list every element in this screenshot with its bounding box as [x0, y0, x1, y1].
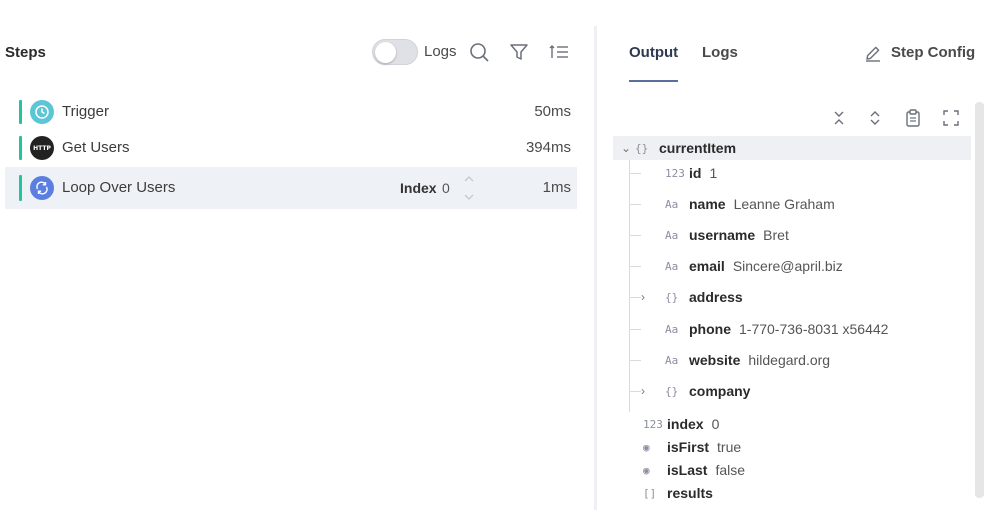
fullscreen-icon[interactable] — [941, 108, 961, 128]
status-bar — [19, 136, 22, 160]
filter-icon[interactable] — [508, 41, 530, 63]
field-key: company — [689, 383, 751, 399]
field-value: Bret — [763, 227, 789, 243]
step-duration: 50ms — [534, 103, 571, 120]
search-icon[interactable] — [468, 41, 490, 63]
toggle-knob — [375, 42, 396, 63]
loop-icon — [30, 176, 54, 200]
tree-guide-branch — [629, 204, 641, 205]
tree-node-username: Aa username Bret — [665, 224, 789, 246]
field-key: index — [667, 416, 704, 432]
status-bar — [19, 100, 22, 124]
object-type-icon: {} — [635, 141, 649, 155]
index-value: 0 — [442, 180, 450, 196]
chevron-right-icon[interactable]: › — [641, 384, 665, 398]
steps-panel: Steps Logs Trigger 50ms HTTP Get Users 3… — [0, 0, 594, 510]
tree-guide-branch — [629, 235, 641, 236]
chevron-down-icon[interactable]: ⌄ — [621, 141, 635, 155]
field-key: id — [689, 165, 702, 181]
field-value: true — [717, 439, 742, 455]
step-config-button[interactable]: Step Config — [891, 44, 975, 61]
sort-icon[interactable] — [548, 41, 570, 63]
field-value: hildegard.org — [748, 352, 831, 368]
tree-node-name: Aa name Leanne Graham — [665, 193, 835, 215]
tree-guide-branch — [629, 297, 641, 298]
field-key: email — [689, 258, 725, 274]
tree-guide-branch — [629, 173, 641, 174]
object-type-icon: {} — [665, 384, 679, 398]
active-tab-indicator — [629, 80, 678, 82]
field-key: address — [689, 289, 743, 305]
tab-logs[interactable]: Logs — [702, 44, 738, 61]
tree-guide-branch — [629, 391, 641, 392]
status-bar — [19, 175, 22, 201]
field-key: name — [689, 196, 726, 212]
string-type-icon: Aa — [665, 228, 679, 242]
tree-node-index: 123 index 0 — [643, 413, 719, 435]
tree-guide-line — [629, 160, 630, 412]
tree-node-isFirst: ◉ isFirst true — [643, 436, 741, 458]
step-row-loop-over-users[interactable]: Loop Over Users Index 0 1ms — [5, 167, 577, 209]
step-duration: 1ms — [542, 179, 571, 196]
steps-title: Steps — [5, 44, 46, 61]
field-value: 1-770-736-8031 x56442 — [739, 321, 889, 337]
tree-node-company[interactable]: ›{} company — [641, 380, 758, 402]
scrollbar[interactable] — [975, 102, 984, 498]
step-row-trigger[interactable]: Trigger 50ms — [5, 94, 577, 130]
step-name: Get Users — [62, 139, 130, 156]
number-type-icon: 123 — [643, 417, 663, 431]
tree-guide-branch — [629, 266, 641, 267]
tree-node-website: Aa website hildegard.org — [665, 349, 830, 371]
tree-node-results: [] results — [643, 482, 721, 504]
tree-node-id: 123 id 1 — [665, 162, 717, 184]
tree-node-email: Aa email Sincere@april.biz — [665, 255, 843, 277]
tree-node-isLast: ◉ isLast false — [643, 459, 745, 481]
output-panel: Output Logs Step Config ⌄ {} currentItem… — [597, 0, 991, 510]
logs-toggle[interactable] — [372, 39, 418, 65]
tree-guide-branch — [629, 329, 641, 330]
number-type-icon: 123 — [665, 166, 685, 180]
expand-all-icon[interactable] — [865, 108, 885, 128]
field-key: isFirst — [667, 439, 710, 455]
field-value: Leanne Graham — [733, 196, 835, 212]
index-stepper[interactable] — [463, 173, 475, 203]
clock-icon — [30, 100, 54, 124]
array-type-icon: [] — [643, 486, 657, 500]
string-type-icon: Aa — [665, 259, 679, 273]
field-value: 1 — [709, 165, 718, 181]
tree-node-address[interactable]: ›{} address — [641, 286, 751, 308]
string-type-icon: Aa — [665, 353, 679, 367]
tree-node-phone: Aa phone 1-770-736-8031 x56442 — [665, 318, 888, 340]
field-key: isLast — [667, 462, 708, 478]
string-type-icon: Aa — [665, 197, 679, 211]
boolean-type-icon: ◉ — [643, 440, 650, 454]
step-runner: Steps Logs Trigger 50ms HTTP Get Users 3… — [0, 0, 991, 510]
tree-node-current-item[interactable]: ⌄ {} currentItem — [621, 137, 744, 159]
tab-output[interactable]: Output — [629, 44, 678, 61]
chevron-right-icon[interactable]: › — [641, 290, 665, 304]
field-value: Sincere@april.biz — [732, 258, 843, 274]
step-name: Loop Over Users — [62, 179, 176, 196]
field-value: false — [715, 462, 746, 478]
collapse-all-icon[interactable] — [829, 108, 849, 128]
clipboard-icon[interactable] — [903, 108, 923, 128]
step-duration: 394ms — [525, 139, 571, 156]
index-label: Index — [400, 180, 437, 196]
field-key: username — [689, 227, 756, 243]
json-viewer: ⌄ {} currentItem 123 id 1 Aa name Leanne Grah… — [613, 98, 987, 510]
logs-toggle-label: Logs — [424, 43, 457, 60]
field-key: website — [689, 352, 741, 368]
step-name: Trigger — [62, 103, 109, 120]
tree-guide-branch — [629, 360, 641, 361]
string-type-icon: Aa — [665, 322, 679, 336]
field-key: results — [667, 485, 713, 501]
field-key: phone — [689, 321, 731, 337]
field-value: 0 — [711, 416, 720, 432]
object-type-icon: {} — [665, 290, 679, 304]
pencil-icon — [864, 44, 882, 67]
boolean-type-icon: ◉ — [643, 463, 650, 477]
http-icon: HTTP — [30, 136, 54, 160]
step-row-get-users[interactable]: HTTP Get Users 394ms — [5, 130, 577, 166]
